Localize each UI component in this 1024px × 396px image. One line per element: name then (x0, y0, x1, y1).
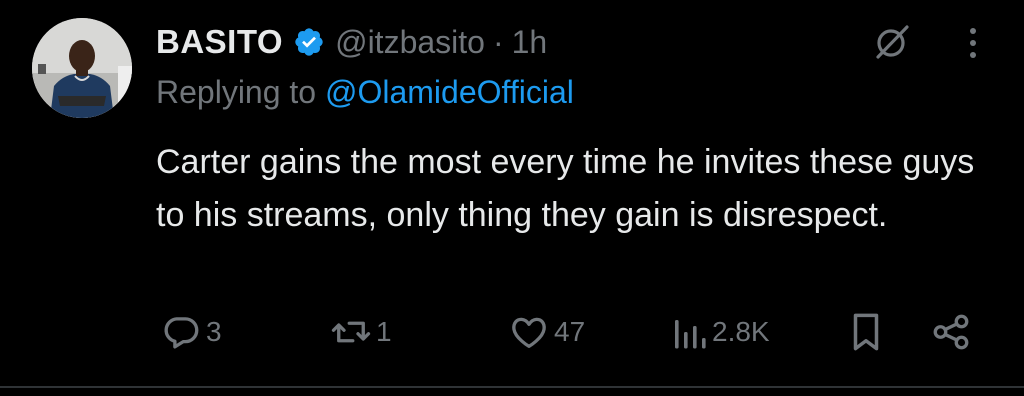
repost-icon (330, 311, 372, 353)
tweet-header: BASITO @itzbasito · 1h (156, 20, 547, 64)
tweet-actions: 3 1 47 2.8K (160, 308, 980, 356)
share-button[interactable] (930, 308, 972, 356)
reply-button[interactable]: 3 (160, 308, 222, 356)
bookmark-button[interactable] (848, 308, 884, 356)
views-count: 2.8K (712, 316, 770, 347)
views-bar-chart-icon (672, 311, 708, 353)
tweet-divider (0, 386, 1024, 388)
repost-button[interactable]: 1 (330, 308, 392, 356)
like-count: 47 (554, 316, 586, 347)
replying-to: Replying to @OlamideOfficial (156, 74, 574, 111)
tweet[interactable]: BASITO @itzbasito · 1h Replying to @Olam… (0, 0, 1024, 396)
grok-icon[interactable] (872, 22, 912, 62)
author-name[interactable]: BASITO (156, 23, 283, 61)
views-button[interactable]: 2.8K (672, 308, 770, 356)
verified-badge-icon (293, 26, 325, 58)
reply-icon (160, 311, 202, 353)
heart-icon (508, 311, 550, 353)
repost-count: 1 (376, 316, 392, 347)
separator-dot: · (492, 23, 504, 60)
like-button[interactable]: 47 (508, 308, 585, 356)
share-icon (930, 311, 972, 353)
tweet-time[interactable]: 1h (512, 24, 548, 61)
avatar[interactable] (32, 18, 132, 118)
tweet-text: Carter gains the most every time he invi… (156, 143, 975, 234)
avatar-image (32, 18, 132, 118)
more-vertical-icon[interactable] (958, 26, 988, 60)
bookmark-icon (848, 311, 884, 353)
replying-to-mention[interactable]: @OlamideOfficial (325, 74, 574, 110)
author-handle[interactable]: @itzbasito (335, 24, 485, 61)
replying-prefix: Replying to (156, 74, 317, 110)
reply-count: 3 (206, 316, 222, 347)
